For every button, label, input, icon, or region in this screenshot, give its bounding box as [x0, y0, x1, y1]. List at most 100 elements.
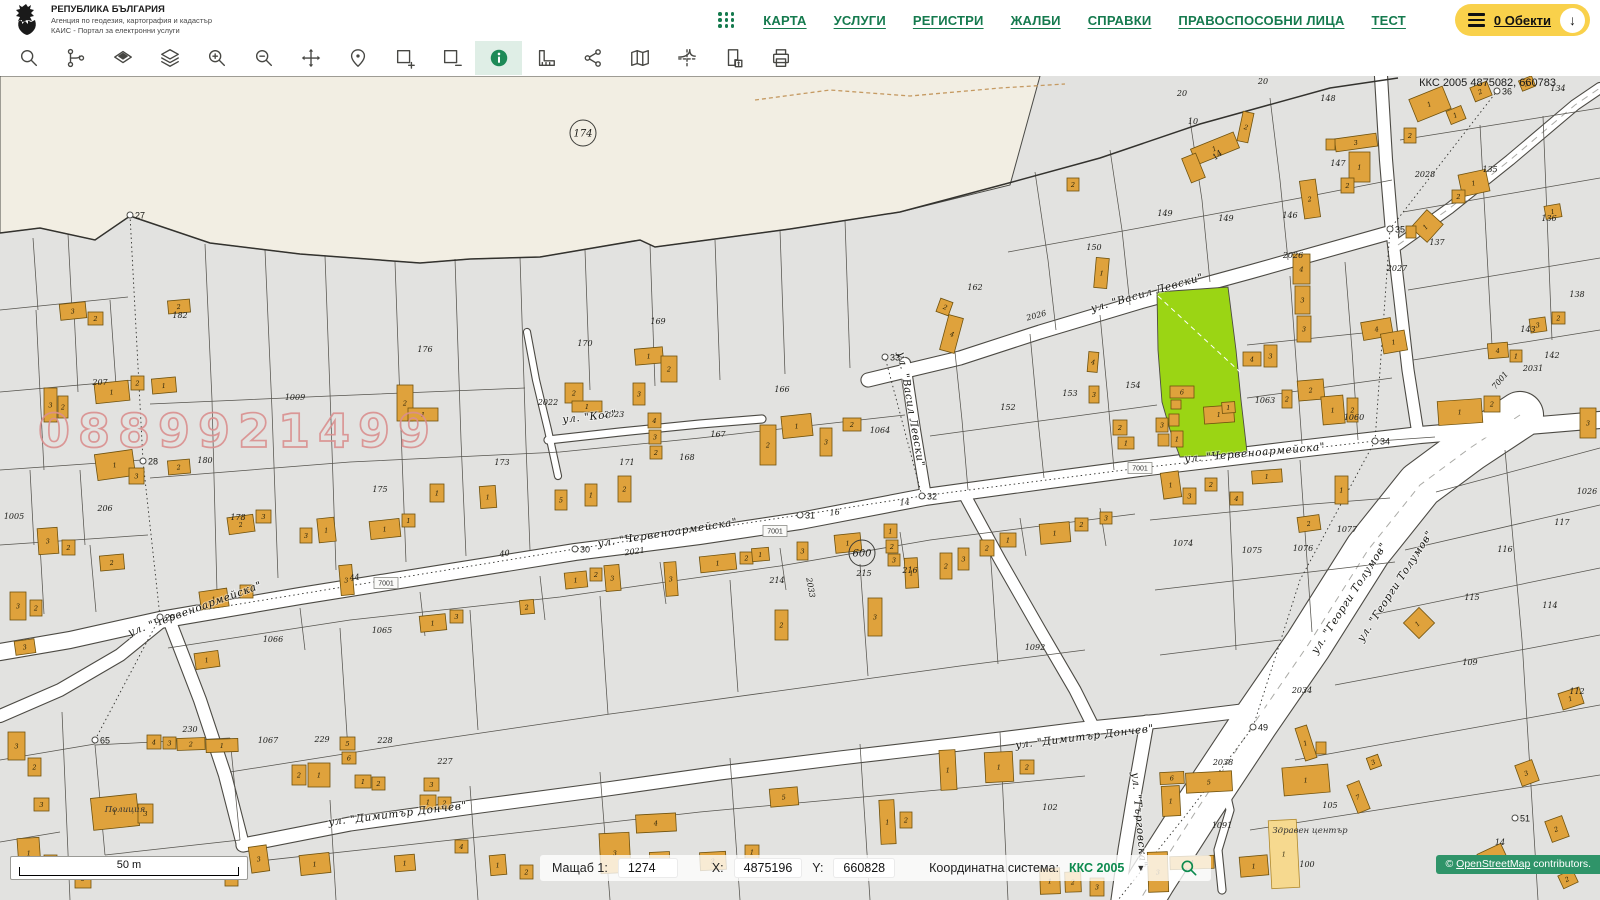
survey-marker[interactable]: [140, 458, 146, 464]
map-label: 6: [1170, 774, 1175, 782]
main-nav: КАРТА УСЛУГИ РЕГИСТРИ ЖАЛБИ СПРАВКИ ПРАВ…: [718, 4, 1590, 36]
survey-marker[interactable]: [882, 354, 888, 360]
map-label: 3: [304, 532, 308, 540]
map-label: 1: [324, 526, 329, 534]
map-label: 5: [1207, 778, 1212, 786]
zoom-in-tool-button[interactable]: [193, 41, 240, 75]
survey-marker[interactable]: [92, 737, 98, 743]
nav-item-uslugi[interactable]: УСЛУГИ: [834, 13, 886, 28]
nav-item-pravosposobni-litsa[interactable]: ПРАВОСПОСОБНИ ЛИЦА: [1178, 13, 1344, 28]
map-label: 51: [1520, 814, 1530, 824]
survey-marker[interactable]: [1512, 815, 1518, 821]
map-label: 105: [1322, 801, 1337, 810]
info-tool-button[interactable]: [475, 41, 522, 75]
building: [1169, 414, 1179, 426]
map-label: 2: [1024, 763, 1029, 771]
map-label: 1077: [1337, 525, 1358, 534]
map-label: 3: [1160, 421, 1164, 429]
map-label: 176: [417, 345, 432, 354]
map-label: 3: [669, 575, 674, 583]
survey-marker[interactable]: [572, 546, 578, 552]
objects-button[interactable]: 0 Обекти ↓: [1455, 4, 1590, 36]
map-label: 230: [181, 725, 197, 734]
map-label: 16: [829, 508, 840, 518]
map-label: 2: [765, 441, 770, 449]
map-label: 3: [454, 613, 458, 621]
map-label: 2: [1407, 132, 1412, 140]
apps-grid-icon[interactable]: [718, 12, 734, 28]
roads-tool-button[interactable]: [663, 41, 710, 75]
nav-item-karta[interactable]: КАРТА: [763, 13, 806, 28]
cadastral-map[interactable]: 3223212113232232321211234322132215111113…: [0, 76, 1600, 900]
map-label: 2: [621, 485, 626, 493]
map-label: 1: [1514, 352, 1518, 360]
map-label: 2: [134, 379, 139, 387]
scale-input[interactable]: 1274: [618, 858, 678, 878]
map-label: 1066: [263, 635, 283, 644]
nav-item-registri[interactable]: РЕГИСТРИ: [913, 13, 984, 28]
layer-tool-button[interactable]: [99, 41, 146, 75]
map-label: 2: [33, 604, 38, 612]
survey-marker[interactable]: [797, 512, 803, 518]
map-label: 1060: [1344, 413, 1364, 422]
map-label: 4: [1298, 265, 1303, 273]
map-label: 1: [946, 766, 951, 774]
map-label: 3: [1095, 883, 1099, 891]
map-label: 228: [376, 736, 392, 745]
map-label: 178: [230, 513, 245, 522]
map-label: 1076: [1293, 544, 1313, 553]
survey-marker[interactable]: [157, 614, 163, 620]
square-ruler-tool-button[interactable]: [522, 41, 569, 75]
map-label: 3: [892, 556, 896, 564]
select-rect-minus-tool-button[interactable]: [428, 41, 475, 75]
coordinate-search-icon[interactable]: [1179, 858, 1199, 878]
survey-marker[interactable]: [1387, 226, 1393, 232]
survey-marker[interactable]: [127, 212, 133, 218]
layers-tool-button[interactable]: [146, 41, 193, 75]
map-label: 29: [165, 613, 175, 623]
pan-tool-button[interactable]: [287, 41, 334, 75]
survey-marker[interactable]: [919, 493, 925, 499]
nav-item-spravki[interactable]: СПРАВКИ: [1088, 13, 1152, 28]
map-label: 44: [348, 572, 360, 582]
download-arrow-icon[interactable]: ↓: [1560, 8, 1585, 33]
nav-item-test[interactable]: ТЕСТ: [1372, 13, 1406, 28]
map-label: 3: [800, 547, 804, 555]
map-label: 1: [885, 818, 890, 826]
select-rect-plus-tool-button[interactable]: [381, 41, 428, 75]
map-label: 3: [1187, 492, 1191, 500]
map-label: 7001: [378, 581, 394, 588]
survey-marker[interactable]: [1250, 724, 1256, 730]
print-tool-button[interactable]: [757, 41, 804, 75]
zoom-out-tool-button[interactable]: [240, 41, 287, 75]
map-label: 150: [1086, 243, 1101, 252]
coat-of-arms-logo: [12, 3, 42, 37]
map-label: 1: [758, 551, 763, 559]
survey-marker[interactable]: [1372, 438, 1378, 444]
map-label: 2: [1455, 193, 1460, 201]
map-label: 138: [1569, 290, 1584, 299]
x-coordinate-input[interactable]: 4875196: [734, 858, 803, 878]
map-label: 2: [903, 816, 908, 824]
crs-value[interactable]: ККС 2005: [1069, 861, 1124, 875]
location-tool-button[interactable]: [334, 41, 381, 75]
map-label: 1: [430, 619, 435, 627]
map-label: 2038: [1212, 758, 1233, 767]
search-tool-button[interactable]: [5, 41, 52, 75]
openstreetmap-link[interactable]: OpenStreetMap: [1456, 858, 1530, 870]
map-label: 1: [161, 382, 166, 390]
nav-item-zhalbi[interactable]: ЖАЛБИ: [1011, 13, 1061, 28]
map-label: 2: [1307, 386, 1313, 394]
y-coordinate-input[interactable]: 660828: [833, 858, 895, 878]
map-label: 170: [577, 339, 592, 348]
map-label: 2: [375, 780, 380, 788]
route-tool-button[interactable]: [52, 41, 99, 75]
export-page-tool-button[interactable]: [710, 41, 757, 75]
map-label: 2: [778, 621, 783, 629]
share-tool-button[interactable]: [569, 41, 616, 75]
map-label: Здравен център: [1272, 826, 1348, 836]
map-sheets-tool-button[interactable]: [616, 41, 663, 75]
map-label: 4: [151, 738, 156, 746]
top-header: РЕПУБЛИКА БЪЛГАРИЯ Агенция по геодезия, …: [0, 0, 1600, 40]
crs-dropdown-caret-icon[interactable]: ▼: [1136, 863, 1145, 873]
